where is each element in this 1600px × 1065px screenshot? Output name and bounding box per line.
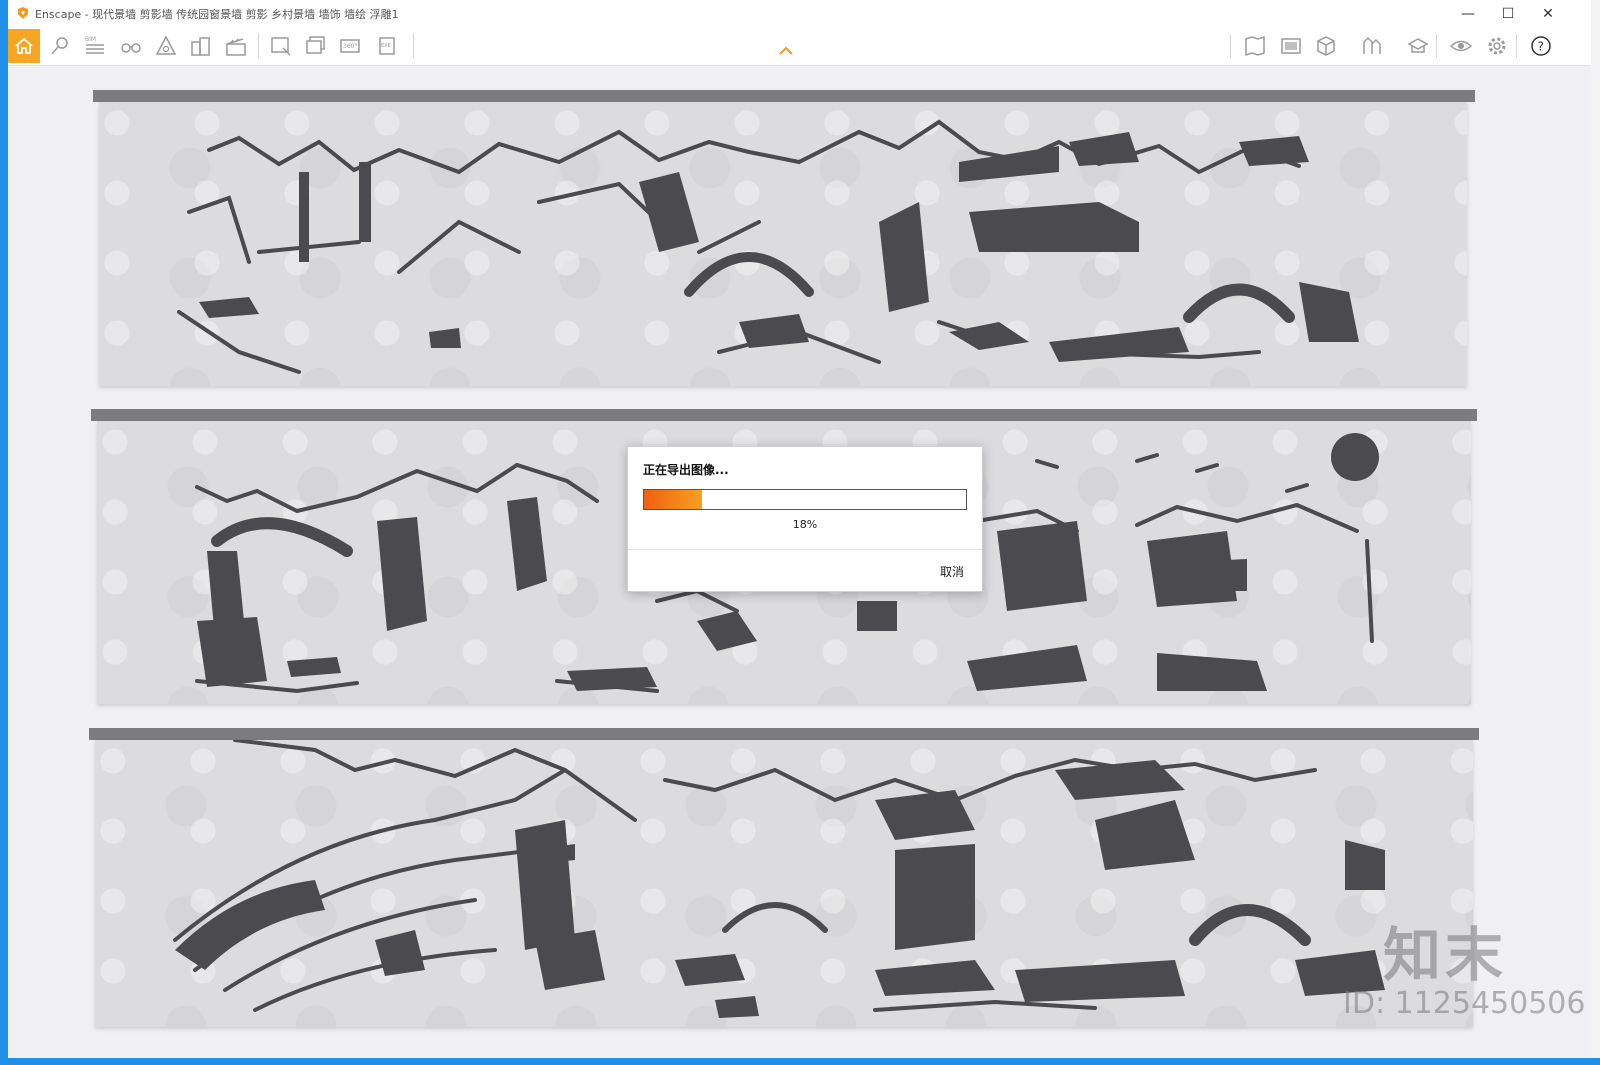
clapperboard-button[interactable]: [221, 31, 251, 61]
toolbar-separator: [1516, 34, 1517, 58]
progress-bar: [643, 489, 967, 510]
ink-landscape-relief: [173, 740, 1385, 1018]
map-icon: [1245, 35, 1265, 57]
batch-render-icon: [306, 36, 325, 54]
visibility-icon: [1449, 40, 1473, 52]
settings-button[interactable]: [1482, 31, 1512, 61]
collapse-toolbar-icon[interactable]: [778, 46, 794, 56]
ink-landscape-relief: [177, 119, 1359, 374]
progress-fill: [644, 490, 702, 509]
title-bar: Enscape - 现代景墙 剪影墙 传统园窗景墙 剪影 乡村景墙 墙饰 墙绘 …: [8, 0, 1591, 27]
cancel-button[interactable]: 取消: [940, 563, 964, 580]
svg-text:EXE: EXE: [381, 43, 391, 49]
export-exe-icon: EXE: [379, 37, 395, 55]
home-icon: [15, 37, 33, 54]
asset-library-button[interactable]: [1403, 31, 1433, 61]
gallery-icon: [1281, 38, 1301, 54]
bim-button[interactable]: BIM: [80, 31, 110, 61]
watermark-id: ID: 1125450506: [1343, 986, 1586, 1021]
bim-icon: BIM: [85, 36, 104, 54]
help-icon: ?: [1531, 36, 1551, 56]
export-progress-dialog: 正在导出图像... 18% 取消: [627, 446, 983, 592]
screenshot-icon: [271, 37, 291, 56]
wall-coping: [93, 90, 1475, 102]
toolbar-separator: [258, 34, 259, 58]
settings-icon: [1488, 37, 1506, 55]
close-button[interactable]: ✕: [1528, 0, 1568, 27]
toolbar-separator: [1436, 34, 1437, 58]
minimize-button[interactable]: —: [1448, 0, 1488, 27]
wall-coping: [91, 409, 1477, 421]
cube-icon: [1317, 36, 1335, 56]
watermark-logo: 知末: [1383, 921, 1508, 989]
dialog-divider: [628, 549, 982, 550]
progress-percentage: 18%: [792, 518, 818, 531]
enscape-window: Enscape - 现代景墙 剪影墙 传统园窗景墙 剪影 乡村景墙 墙饰 墙绘 …: [8, 0, 1591, 1058]
buildings-icon: [191, 37, 210, 56]
help-button[interactable]: ?: [1526, 31, 1556, 61]
materials-button[interactable]: [1357, 31, 1387, 61]
asset-library-icon: [1407, 38, 1429, 53]
desktop-background: [0, 1058, 1600, 1065]
svg-text:360°: 360°: [343, 43, 357, 50]
gallery-button[interactable]: [1276, 31, 1306, 61]
wall-coping: [89, 728, 1479, 740]
maximize-button[interactable]: ☐: [1488, 0, 1528, 27]
enscape-logo-icon: [18, 7, 28, 19]
cube-button[interactable]: [1311, 31, 1341, 61]
toolbar: BIM 360° EXE ?: [8, 27, 1591, 66]
atmosphere-button[interactable]: [151, 31, 181, 61]
home-button[interactable]: [8, 29, 40, 63]
svg-text:BIM: BIM: [85, 36, 96, 43]
panorama-button[interactable]: 360°: [336, 31, 366, 61]
window-title: Enscape - 现代景墙 剪影墙 传统园窗景墙 剪影 乡村景墙 墙饰 墙绘 …: [35, 8, 399, 21]
binoculars-icon: [121, 43, 141, 53]
binoculars-button[interactable]: [116, 31, 146, 61]
map-button[interactable]: [1240, 31, 1270, 61]
background-window-edge: [1591, 0, 1600, 1065]
dialog-title: 正在导出图像...: [643, 463, 729, 477]
materials-icon: [1363, 36, 1381, 54]
visibility-button[interactable]: [1446, 31, 1476, 61]
screenshot-button[interactable]: [266, 31, 296, 61]
relief-wall-1: [99, 102, 1467, 386]
buildings-button[interactable]: [186, 31, 216, 61]
svg-text:?: ?: [1538, 40, 1544, 54]
toolbar-separator: [413, 34, 414, 58]
batch-render-button[interactable]: [301, 31, 331, 61]
relief-wall-3: [95, 740, 1473, 1027]
location-button[interactable]: [45, 31, 75, 61]
location-icon: [51, 37, 68, 55]
export-exe-button[interactable]: EXE: [374, 31, 404, 61]
atmosphere-icon: [155, 35, 177, 55]
toolbar-separator: [1230, 34, 1231, 58]
clapperboard-icon: [226, 38, 246, 56]
panorama-360-icon: 360°: [340, 39, 360, 53]
